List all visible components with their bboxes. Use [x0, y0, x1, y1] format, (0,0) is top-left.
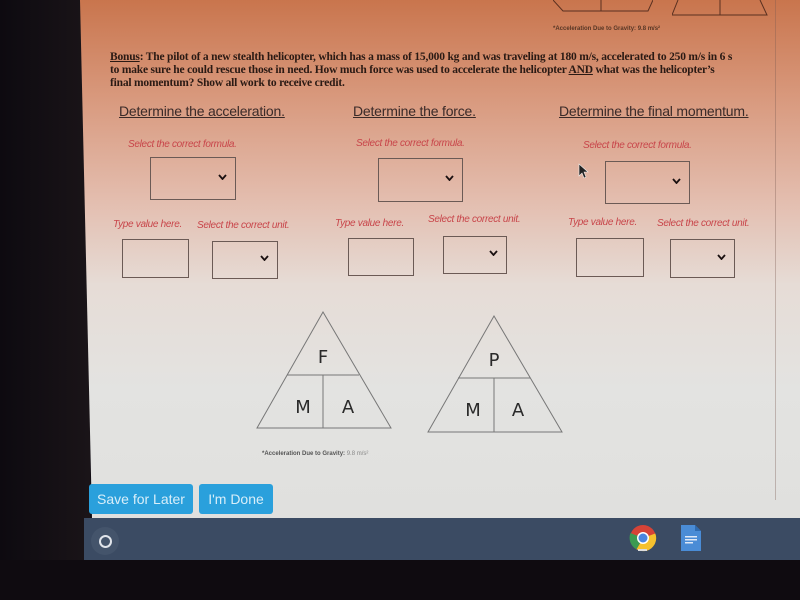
problem-statement: Bonus: The pilot of a new stealth helico… [110, 51, 735, 90]
mouse-cursor-icon [578, 163, 589, 179]
acceleration-formula-select[interactable] [150, 157, 236, 200]
acceleration-formula-hint: Select the correct formula. [128, 139, 237, 150]
triangle-right-label: A [512, 400, 525, 421]
chevron-down-icon [260, 255, 269, 261]
momentum-unit-select[interactable] [670, 239, 735, 278]
bonus-label: Bonus [110, 51, 140, 63]
acceleration-unit-hint: Select the correct unit. [197, 220, 290, 231]
momentum-value-input[interactable] [576, 238, 644, 277]
force-value-input[interactable] [348, 238, 414, 276]
triangle-top-label: P [489, 350, 500, 371]
acceleration-value-hint: Type value here. [113, 219, 182, 230]
acceleration-title: Determine the acceleration. [119, 103, 285, 119]
force-title: Determine the force. [353, 103, 476, 119]
and-label: AND [568, 64, 594, 76]
content-border [775, 0, 776, 500]
monitor-bezel-bottom [0, 560, 800, 600]
gravity-note: *Acceleration Due to Gravity: 9.8 m/s² [262, 451, 369, 457]
force-unit-hint: Select the correct unit. [428, 214, 521, 225]
google-docs-icon[interactable] [680, 524, 702, 552]
triangle-left-label: M [295, 397, 311, 418]
force-value-hint: Type value here. [335, 218, 404, 229]
momentum-formula-select[interactable] [605, 161, 690, 204]
im-done-button[interactable]: I'm Done [199, 484, 273, 514]
chrome-icon[interactable] [629, 524, 657, 552]
momentum-value-hint: Type value here. [568, 217, 637, 228]
save-for-later-button[interactable]: Save for Later [89, 484, 193, 514]
force-unit-select[interactable] [443, 236, 507, 274]
chevron-down-icon [218, 173, 227, 180]
triangle-right-label: A [342, 397, 355, 418]
top-triangle-left-partial [553, 0, 653, 12]
chevron-down-icon [489, 250, 498, 256]
gravity-note-top: *Acceleration Due to Gravity: 9.8 m/s² [553, 26, 661, 32]
acceleration-unit-select[interactable] [212, 241, 278, 279]
top-triangle-right-partial [672, 0, 768, 16]
launcher-circle-icon [98, 534, 112, 548]
chevron-down-icon [717, 253, 726, 260]
launcher-button[interactable] [91, 527, 119, 555]
momentum-formula-hint: Select the correct formula. [583, 140, 692, 151]
force-triangle-diagram: F M A [256, 311, 392, 429]
momentum-title: Determine the final momentum. [559, 103, 749, 119]
momentum-triangle-diagram: P M A [427, 315, 563, 433]
monitor-bezel [0, 0, 90, 600]
triangle-left-label: M [465, 400, 481, 421]
chevron-down-icon [445, 175, 454, 181]
momentum-unit-hint: Select the correct unit. [657, 218, 750, 229]
force-formula-hint: Select the correct formula. [356, 138, 465, 149]
triangle-top-label: F [318, 347, 328, 368]
acceleration-value-input[interactable] [122, 239, 189, 278]
chevron-down-icon [672, 177, 681, 184]
active-app-indicator [638, 549, 647, 551]
force-formula-select[interactable] [378, 158, 463, 202]
